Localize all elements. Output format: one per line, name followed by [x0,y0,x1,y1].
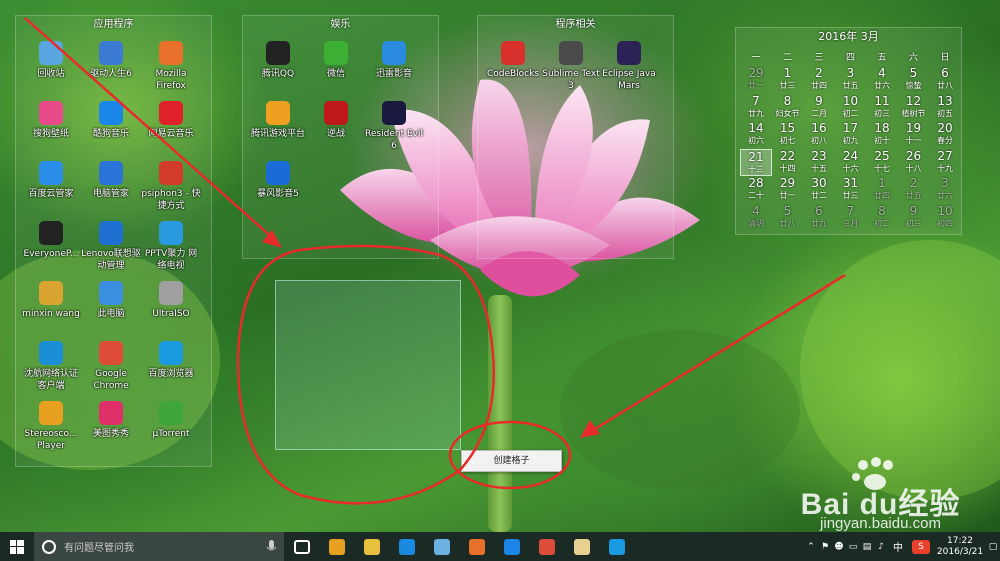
watermark-url: jingyan.baidu.com [820,515,941,532]
firefox-icon [468,538,485,555]
notification-center-icon[interactable]: ▢ [986,542,1000,552]
taskbar-app-button[interactable] [424,532,459,561]
sogou-ime-icon[interactable]: S [912,539,930,554]
annotation-arrow-line [24,17,276,241]
clock-time: 17:22 [947,535,973,546]
taskbar-app-button[interactable] [529,532,564,561]
search-placeholder: 有问题尽管问我 [64,543,134,554]
cortana-circle-icon [42,539,56,554]
annotation-arrow-line [589,273,846,434]
taskbar-app-button[interactable] [284,532,319,561]
taskbar-app-button[interactable] [459,532,494,561]
annotation-circle [448,420,572,490]
taskbar-app-button[interactable] [389,532,424,561]
annotation-circle [236,244,495,505]
photo-app-icon [573,538,590,555]
clock-date: 2016/3/21 [936,546,984,557]
user-icon[interactable]: ☻ [832,542,846,552]
baidu-jingyan-watermark: Bai du经验 jingyan.baidu.com [768,455,993,532]
taskbar-app-button[interactable] [494,532,529,561]
notepad-icon [433,538,450,555]
battery-icon[interactable]: ▭ [846,542,860,552]
taskbar: 有问题尽管问我 ⌃ ⚑ ☻ ▭ ▤ ♪ 中 S 17:22 2016/3/21 … [0,532,1000,561]
taskbar-clock[interactable]: 17:22 2016/3/21 [934,536,986,558]
taskbar-app-button[interactable] [564,532,599,561]
taskbar-app-button[interactable] [354,532,389,561]
edge-icon [398,538,415,555]
hbuilder-icon [328,538,345,555]
microphone-icon[interactable] [260,537,284,557]
chrome-icon [538,538,555,555]
volume-icon[interactable]: ♪ [874,542,888,552]
cortana-search-box[interactable]: 有问题尽管问我 [34,532,284,561]
system-tray: ⌃ ⚑ ☻ ▭ ▤ ♪ 中 S 17:22 2016/3/21 ▢ [804,532,1000,561]
network-icon[interactable]: ▤ [860,542,874,552]
baidu-browser-icon [608,538,625,555]
desktop[interactable]: 应用程序 回收站 驱动人生6 Mozilla Firefox 搜狗壁纸 酷狗音乐 网易云音… [0,0,1000,532]
start-button[interactable] [0,532,34,561]
red-annotation-overlay [24,17,846,505]
taskbar-app-button[interactable] [599,532,634,561]
show-hidden-icons-chevron-icon[interactable]: ⌃ [804,542,818,552]
input-method-indicator[interactable]: 中 [888,539,908,554]
kugou-icon [503,538,520,555]
action-center-flag-icon[interactable]: ⚑ [818,542,832,552]
windows-logo-icon [10,539,24,554]
task-view-icon [293,539,310,554]
file-explorer-icon [363,538,380,555]
taskbar-app-button[interactable] [319,532,354,561]
